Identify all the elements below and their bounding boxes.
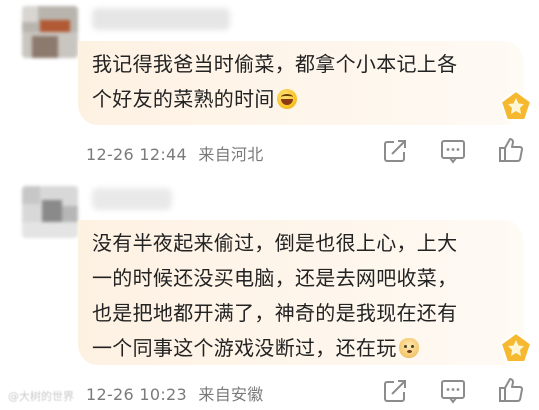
laughing-tears-emoji: [276, 89, 297, 109]
user-avatar[interactable]: [22, 6, 78, 58]
watermark: @大树的世界: [8, 390, 74, 403]
thumbs-up-icon[interactable]: [496, 135, 526, 165]
comment-date: 12-26 10:23: [86, 385, 187, 404]
comment-meta: 12-26 12:44 来自河北: [86, 141, 264, 165]
star-pentagon-badge-icon: [499, 331, 533, 363]
comment-date: 12-26 12:44: [86, 145, 187, 164]
comment-icon[interactable]: [438, 376, 468, 406]
username-blurred[interactable]: [92, 188, 172, 210]
comment-text: 我记得我爸当时偷菜，都拿个小本记上各个好友的菜熟的时间: [92, 52, 458, 111]
username-blurred[interactable]: [92, 8, 230, 30]
star-pentagon-badge-icon: [499, 89, 533, 121]
user-avatar[interactable]: [22, 186, 78, 238]
comment-location: 来自安徽: [198, 385, 264, 404]
comment-bubble: 没有半夜起来偷过，倒是也很上心，上大一的时候还没买电脑，还是去网吧收菜，也是把地…: [78, 220, 523, 365]
comment-icon[interactable]: [438, 136, 468, 166]
share-icon[interactable]: [380, 376, 410, 406]
comment-location: 来自河北: [198, 145, 264, 164]
share-icon[interactable]: [380, 136, 410, 166]
comment-meta: 12-26 10:23 来自安徽: [86, 381, 264, 405]
dog-face-emoji: [398, 338, 419, 358]
comment-bubble: 我记得我爸当时偷菜，都拿个小本记上各个好友的菜熟的时间: [78, 41, 523, 125]
thumbs-up-icon[interactable]: [496, 375, 526, 405]
